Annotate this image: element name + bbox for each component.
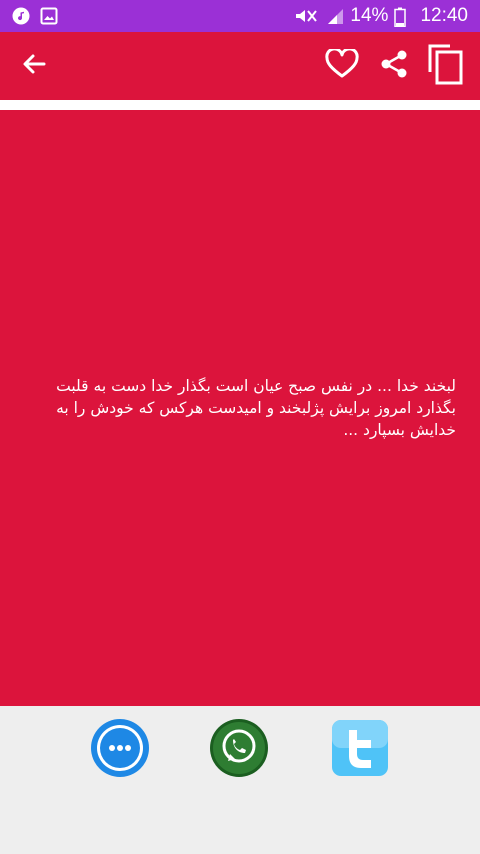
status-bar: 14% 12:40: [0, 0, 480, 32]
battery-percent: 14%: [350, 5, 389, 26]
signal-icon: [326, 7, 344, 25]
favorite-button[interactable]: [316, 40, 368, 92]
share-icon: [379, 49, 409, 83]
quote-text: لبخند خدا ... در نفس صبح عیان است بگذار …: [56, 377, 456, 439]
status-right: 14% 12:40: [294, 5, 468, 28]
share-button[interactable]: [368, 40, 420, 92]
back-button[interactable]: [8, 40, 60, 92]
twitter-share-button[interactable]: [330, 718, 390, 778]
copy-icon: [426, 42, 466, 90]
whatsapp-icon: [209, 718, 269, 778]
messages-icon: [90, 718, 150, 778]
image-icon: [40, 7, 58, 25]
copy-button[interactable]: [420, 40, 472, 92]
whatsapp-share-button[interactable]: [209, 718, 269, 778]
heart-icon: [325, 47, 359, 83]
clock: 12:40: [420, 5, 468, 26]
quote-panel: لبخند خدا ... در نفس صبح عیان است بگذار …: [0, 110, 480, 706]
music-icon: [12, 7, 30, 25]
twitter-icon: [330, 718, 390, 778]
mute-icon: [294, 7, 320, 25]
battery-icon: [394, 7, 407, 28]
messages-share-button[interactable]: [90, 718, 150, 778]
back-arrow-icon: [20, 50, 48, 82]
status-left: [12, 7, 58, 25]
share-bar: [0, 706, 480, 854]
toolbar: [0, 32, 480, 104]
